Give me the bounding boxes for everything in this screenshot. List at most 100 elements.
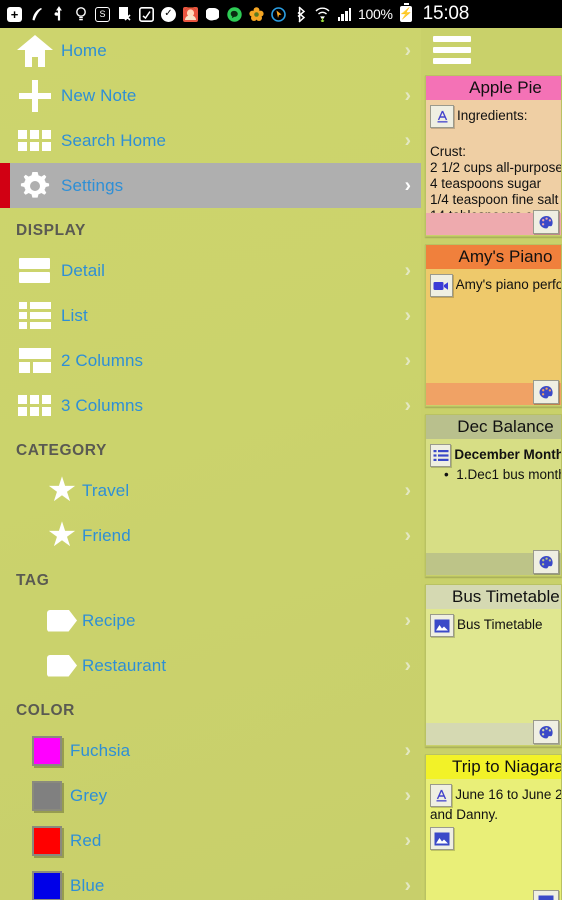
battery-icon: ⚡ — [398, 3, 415, 24]
drawer-item-three-columns-label: 3 Columns — [61, 395, 144, 415]
color-swatch-blue — [24, 870, 70, 900]
usb-icon — [50, 5, 67, 24]
flower-icon — [248, 5, 265, 24]
drawer-item-color-grey-label: Grey — [70, 785, 108, 805]
note-card[interactable]: Trip to Niagara June 16 to June 23 and D… — [425, 754, 562, 900]
chevron-right-icon: › — [404, 130, 411, 151]
drawer-item-three-columns[interactable]: 3 Columns › — [0, 383, 421, 428]
note-card-line: and Danny. — [430, 807, 499, 822]
drawer-item-list-label: List — [61, 305, 88, 325]
drawer-item-color-blue[interactable]: Blue › — [0, 863, 421, 900]
drawer-item-category-travel[interactable]: ★ Travel › — [0, 468, 421, 513]
note-card-title: Bus Timetable — [426, 585, 561, 609]
drawer-item-home-label: Home — [61, 40, 107, 60]
palette-icon[interactable] — [533, 380, 559, 404]
detail-view-icon — [8, 258, 61, 283]
drawer-item-category-friend-label: Friend — [82, 525, 131, 545]
text-note-icon[interactable] — [430, 105, 454, 128]
hamburger-icon[interactable] — [421, 28, 562, 75]
drawer-item-new-note[interactable]: New Note › — [0, 73, 421, 118]
drawer-item-list[interactable]: List › — [0, 293, 421, 338]
note-card[interactable]: Amy's Piano Amy's piano perfor — [425, 244, 562, 407]
video-icon[interactable] — [430, 274, 453, 297]
document-x-icon — [116, 5, 133, 24]
wifi-icon — [314, 5, 331, 24]
section-header-category: CATEGORY — [16, 442, 107, 459]
note-card-line: 2 1/2 cups all-purpose — [430, 160, 561, 175]
note-card-line: 4 teaspoons sugar — [430, 176, 542, 191]
drawer-item-new-note-label: New Note — [61, 85, 137, 105]
image-icon[interactable] — [430, 614, 454, 637]
drawer-item-tag-restaurant[interactable]: Restaurant › — [0, 643, 421, 688]
note-list-panel: Apple Pie Ingredients: Crust: 2 1/2 cups… — [421, 28, 562, 900]
chevron-right-icon: › — [404, 305, 411, 326]
chevron-right-icon: › — [404, 655, 411, 676]
note-card-line: 1/4 teaspoon fine salt — [430, 192, 559, 207]
target-cursor-icon — [270, 5, 287, 24]
chat-green-icon — [226, 5, 243, 24]
note-card-title: Trip to Niagara — [426, 755, 561, 779]
note-card-title: Dec Balance — [426, 415, 561, 439]
note-card[interactable]: Bus Timetable Bus Timetable — [425, 584, 562, 747]
checklist-icon[interactable] — [430, 444, 452, 467]
drawer-item-color-fuchsia[interactable]: Fuchsia › — [0, 728, 421, 773]
chevron-right-icon: › — [404, 350, 411, 371]
note-card[interactable]: Apple Pie Ingredients: Crust: 2 1/2 cups… — [425, 75, 562, 237]
chevron-right-icon: › — [404, 785, 411, 806]
plus-icon — [8, 78, 61, 114]
tag-icon — [42, 654, 82, 677]
note-card[interactable]: Dec Balance December Monthly • 1.Dec1 bu… — [425, 414, 562, 577]
bluetooth-icon — [292, 5, 309, 24]
drawer-item-category-friend[interactable]: ★ Friend › — [0, 513, 421, 558]
color-swatch-fuchsia — [24, 735, 70, 766]
checkbox-icon — [138, 5, 155, 24]
chevron-right-icon: › — [404, 830, 411, 851]
chevron-right-icon: › — [404, 85, 411, 106]
droplet-icon — [204, 5, 221, 24]
note-card-first-line: December Monthly — [454, 447, 561, 462]
drawer-item-search-home[interactable]: Search Home › — [0, 118, 421, 163]
note-card-title: Amy's Piano — [426, 245, 561, 269]
drawer-item-home[interactable]: Home › — [0, 28, 421, 73]
image-icon[interactable] — [533, 890, 559, 900]
text-note-icon[interactable] — [430, 784, 453, 807]
note-card-first-line: June 16 to June 23 — [455, 787, 561, 802]
status-clock: 15:08 — [422, 3, 470, 24]
drawer-item-color-red[interactable]: Red › — [0, 818, 421, 863]
anime-app-icon — [182, 5, 199, 24]
drawer-item-detail-label: Detail — [61, 260, 106, 280]
note-card-line — [430, 128, 561, 144]
three-columns-icon — [8, 395, 61, 416]
chevron-right-icon: › — [404, 395, 411, 416]
drawer-item-category-travel-label: Travel — [82, 480, 130, 500]
s-app-icon: S — [94, 5, 111, 24]
palette-icon[interactable] — [533, 550, 559, 574]
note-card-line: • 1.Dec1 bus monthl — [426, 467, 561, 482]
drawer-item-color-grey[interactable]: Grey › — [0, 773, 421, 818]
chevron-right-icon: › — [404, 610, 411, 631]
selected-indicator-bar — [0, 163, 10, 208]
palette-icon[interactable] — [533, 210, 559, 234]
chevron-right-icon: › — [404, 740, 411, 761]
chevron-right-icon: › — [404, 40, 411, 61]
section-header-color: COLOR — [16, 702, 75, 719]
image-icon[interactable] — [430, 827, 454, 850]
note-card-line: Crust: — [430, 144, 467, 159]
palette-icon[interactable] — [533, 720, 559, 744]
tag-icon — [42, 609, 82, 632]
note-card-title: Apple Pie — [426, 76, 561, 100]
note-card-first-line: Amy's piano perfor — [455, 277, 561, 292]
section-header-display: DISPLAY — [16, 222, 86, 239]
color-swatch-red — [24, 825, 70, 856]
drawer-item-settings[interactable]: Settings › — [0, 163, 421, 208]
drawer-item-detail[interactable]: Detail › — [0, 248, 421, 293]
feather-icon — [28, 5, 45, 24]
drawer-item-search-home-label: Search Home — [61, 130, 167, 150]
check-circle-icon: ✓ — [160, 5, 177, 24]
section-header-tag: TAG — [16, 572, 50, 589]
drawer-item-tag-recipe[interactable]: Recipe › — [0, 598, 421, 643]
status-bar: + S ✓ 100% ⚡ 15:08 — [0, 0, 562, 28]
app-screen: + S ✓ 100% ⚡ 15:08 Home › New Note › Sea… — [0, 0, 562, 900]
drawer-item-two-columns[interactable]: 2 Columns › — [0, 338, 421, 383]
chevron-right-icon: › — [404, 260, 411, 281]
